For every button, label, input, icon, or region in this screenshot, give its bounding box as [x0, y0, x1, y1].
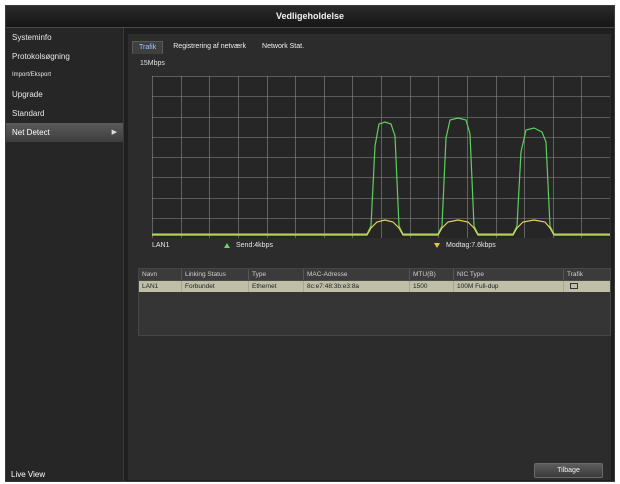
legend-receive: Modtag:7.6kbps: [434, 242, 496, 249]
sidebar-item-label: Systeminfo: [12, 33, 52, 42]
column-header-type: Type: [249, 269, 304, 280]
chevron-right-icon: ▶: [111, 129, 117, 136]
sidebar-item-upgrade[interactable]: Upgrade: [6, 85, 123, 104]
column-header-traffic: Trafik: [567, 271, 584, 278]
cell-mtu: 1500: [410, 281, 454, 292]
legend-send-label: Send:4kbps: [236, 242, 273, 249]
tab-traffic[interactable]: Trafik: [132, 41, 164, 54]
sidebar-item-label: Import/Eksport: [12, 72, 52, 78]
back-button[interactable]: Tilbage: [534, 463, 603, 478]
legend-send: Send:4kbps: [224, 242, 273, 249]
column-header-mac: MAC-Adresse: [304, 269, 410, 280]
content-panel: Trafik Registrering af netværk Network S…: [128, 34, 611, 480]
tab-bar: Trafik Registrering af netværk Network S…: [132, 41, 314, 54]
cell-linking-status: Forbundet: [182, 281, 249, 292]
cell-nic-type: 100M Full-dup: [454, 281, 564, 292]
sidebar-item-default[interactable]: Standard: [6, 104, 123, 123]
column-header-nic-type: NIC Type: [454, 269, 564, 280]
cell-name: LAN1: [139, 281, 182, 292]
upload-arrow-icon: [224, 242, 230, 248]
live-view-link[interactable]: Live View: [11, 470, 45, 479]
sidebar-item-label: Upgrade: [12, 90, 43, 99]
traffic-graph-svg: [152, 76, 611, 239]
cell-type: Ethernet: [249, 281, 304, 292]
sidebar-item-import-export[interactable]: Import/Eksport: [6, 66, 123, 85]
sidebar-item-net-detect[interactable]: Net Detect ▶: [6, 123, 123, 142]
maintenance-window: Vedligeholdelse Systeminfo Protokolsøgni…: [5, 5, 615, 482]
receive-series-line: [152, 219, 610, 236]
legend-interface: LAN1: [152, 242, 170, 249]
sidebar-item-label: Standard: [12, 109, 45, 118]
graph-grid: [152, 76, 611, 239]
send-series-line: [152, 117, 610, 235]
cell-traffic: [564, 281, 610, 292]
column-header-mtu: MTU(B): [410, 269, 454, 280]
table-row[interactable]: LAN1 Forbundet Ethernet 8c:e7:48:3b:e3:8…: [139, 281, 610, 292]
graph-scale-label: 15Mbps: [140, 60, 165, 67]
traffic-graph: [152, 76, 611, 239]
sidebar-item-label: Protokolsøgning: [12, 52, 70, 61]
column-header-linking-status: Linking Status: [182, 269, 249, 280]
window-title: Vedligeholdelse: [6, 6, 614, 28]
cell-mac: 8c:e7:48:3b:e3:8a: [304, 281, 410, 292]
tab-network-stat[interactable]: Network Stat.: [256, 41, 310, 53]
nic-table: Navn Linking Status Type MAC-Adresse MTU…: [138, 268, 611, 336]
column-header-name: Navn: [139, 269, 182, 280]
graph-legend: LAN1 Send:4kbps Modtag:7.6kbps: [128, 242, 611, 254]
traffic-graph-icon[interactable]: [570, 283, 578, 290]
tab-network-detection[interactable]: Registrering af netværk: [167, 41, 252, 53]
sidebar-item-systeminfo[interactable]: Systeminfo: [6, 28, 123, 47]
table-header-row: Navn Linking Status Type MAC-Adresse MTU…: [139, 269, 610, 281]
legend-receive-label: Modtag:7.6kbps: [446, 242, 496, 249]
sidebar-item-label: Net Detect: [12, 128, 50, 137]
sidebar: Systeminfo Protokolsøgning Import/Ekspor…: [6, 28, 124, 481]
download-arrow-icon: [434, 242, 440, 248]
sidebar-item-log-search[interactable]: Protokolsøgning: [6, 47, 123, 66]
